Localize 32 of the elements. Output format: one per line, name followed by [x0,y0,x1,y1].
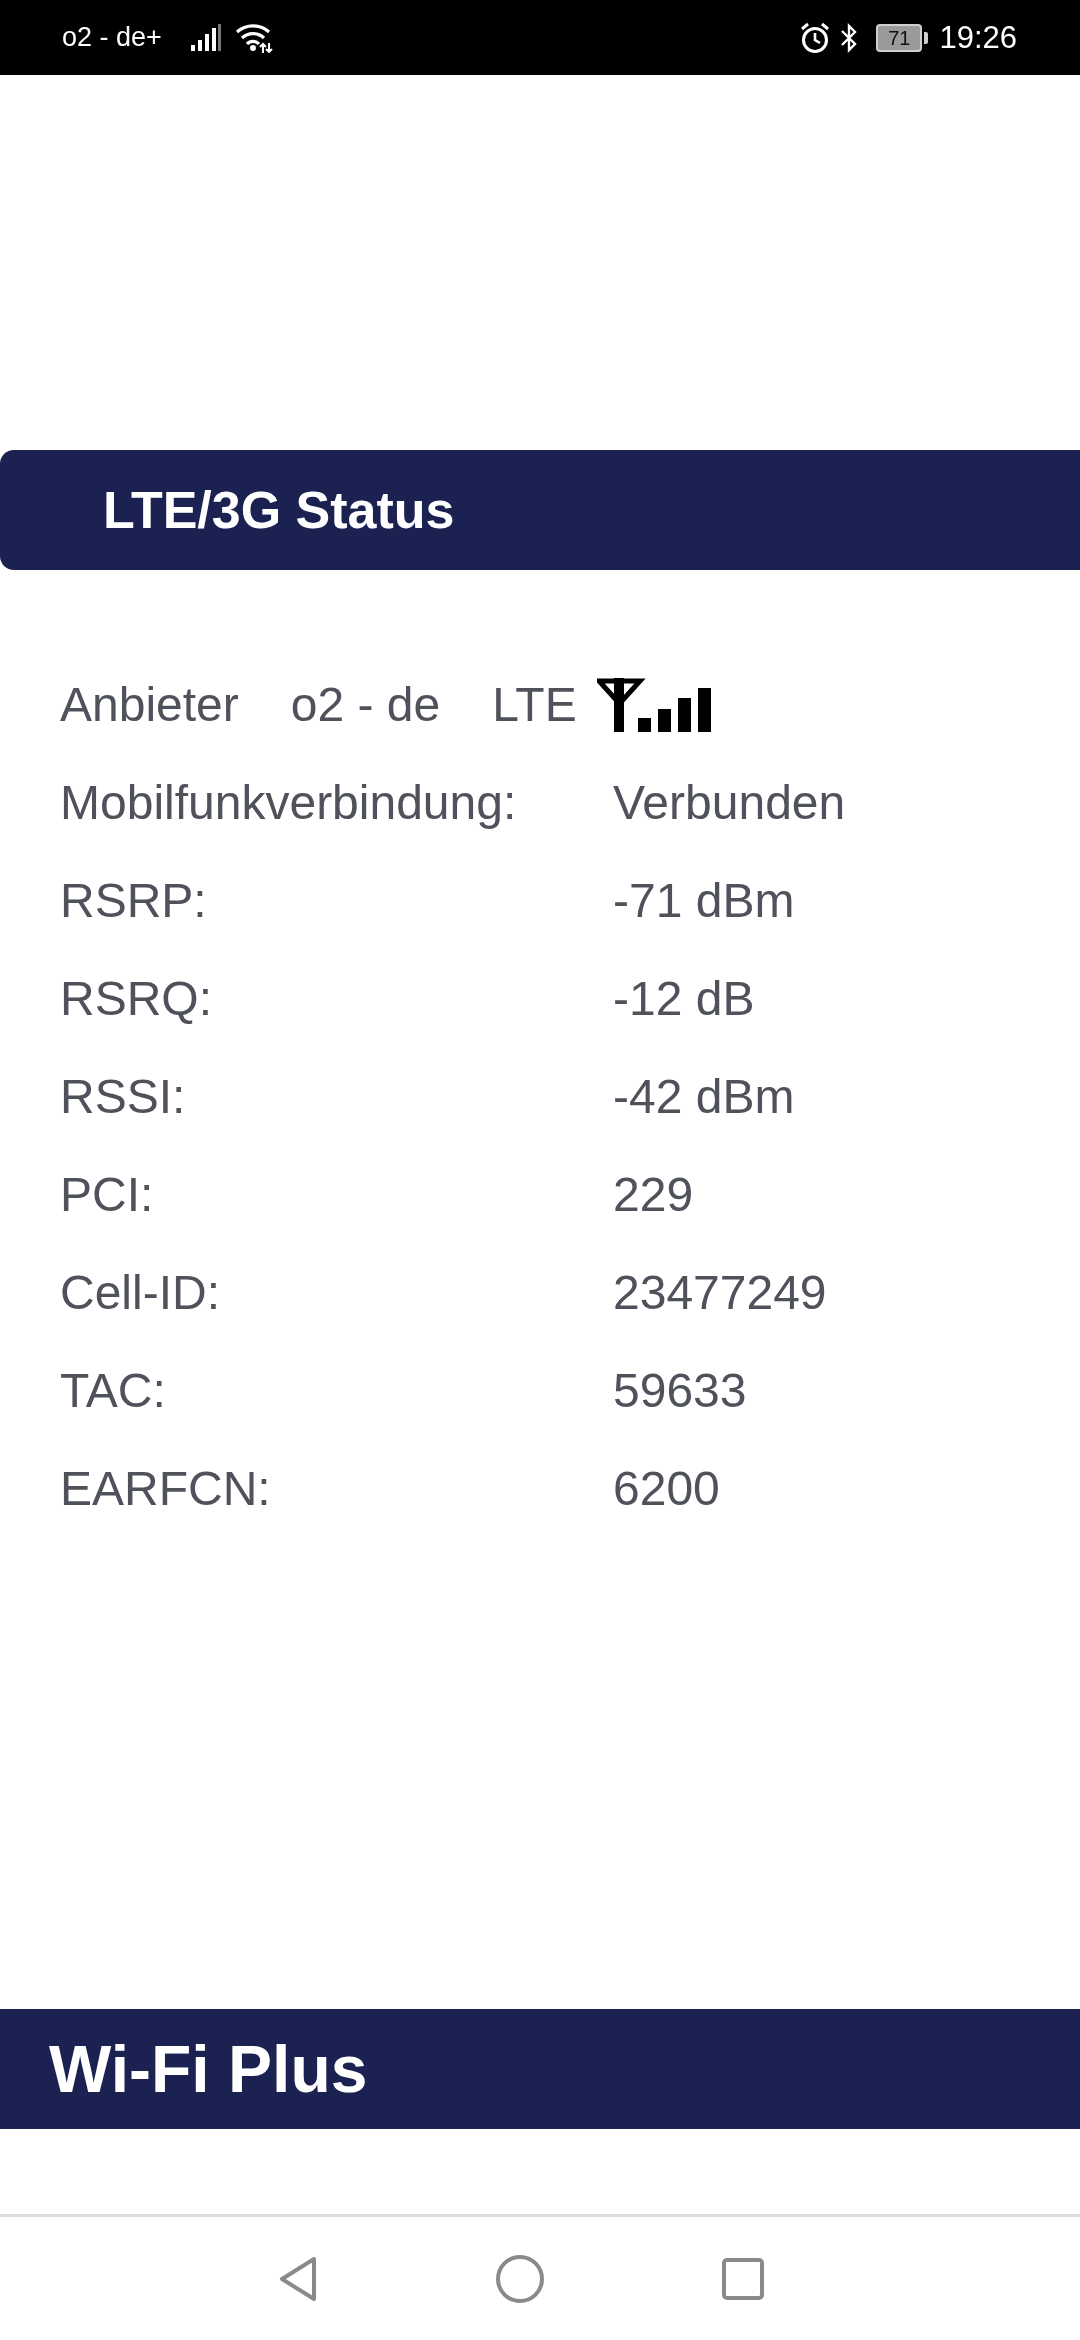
alarm-icon [800,21,831,54]
signal-strength-icon [596,678,711,732]
network-type: LTE [492,681,577,729]
recent-apps-icon[interactable] [722,2257,764,2300]
bluetooth-icon [840,22,859,53]
field-label: EARFCN: [60,1465,272,1513]
clock-time: 19:26 [939,22,1017,53]
provider-label: Anbieter [60,681,239,729]
field-value: Verbunden [613,779,846,827]
field-label: Mobilfunkverbindung: [60,779,518,827]
signal-icon [190,24,221,51]
field-label: RSRP: [60,877,208,925]
field-value: 23477249 [613,1269,827,1317]
section-title: Wi-Fi Plus [49,2036,368,2102]
wifi-icon [234,22,273,53]
field-label: TAC: [60,1367,167,1415]
field-value: -42 dBm [613,1073,795,1121]
battery-indicator: 71 [876,23,929,52]
field-value: 6200 [613,1465,720,1513]
field-value: -71 dBm [613,877,795,925]
header-title: LTE/3G Status [103,484,455,536]
field-label: PCI: [60,1171,155,1219]
field-value: 229 [613,1171,694,1219]
carrier-name: o2 - de+ [62,24,162,51]
field-label: RSRQ: [60,975,213,1023]
field-value: 59633 [613,1367,747,1415]
back-icon[interactable] [278,2254,318,2303]
field-value: -12 dB [613,975,755,1023]
home-icon[interactable] [496,2254,544,2303]
field-label: RSSI: [60,1073,187,1121]
provider-name: o2 - de [290,681,441,729]
field-label: Cell-ID: [60,1269,221,1317]
